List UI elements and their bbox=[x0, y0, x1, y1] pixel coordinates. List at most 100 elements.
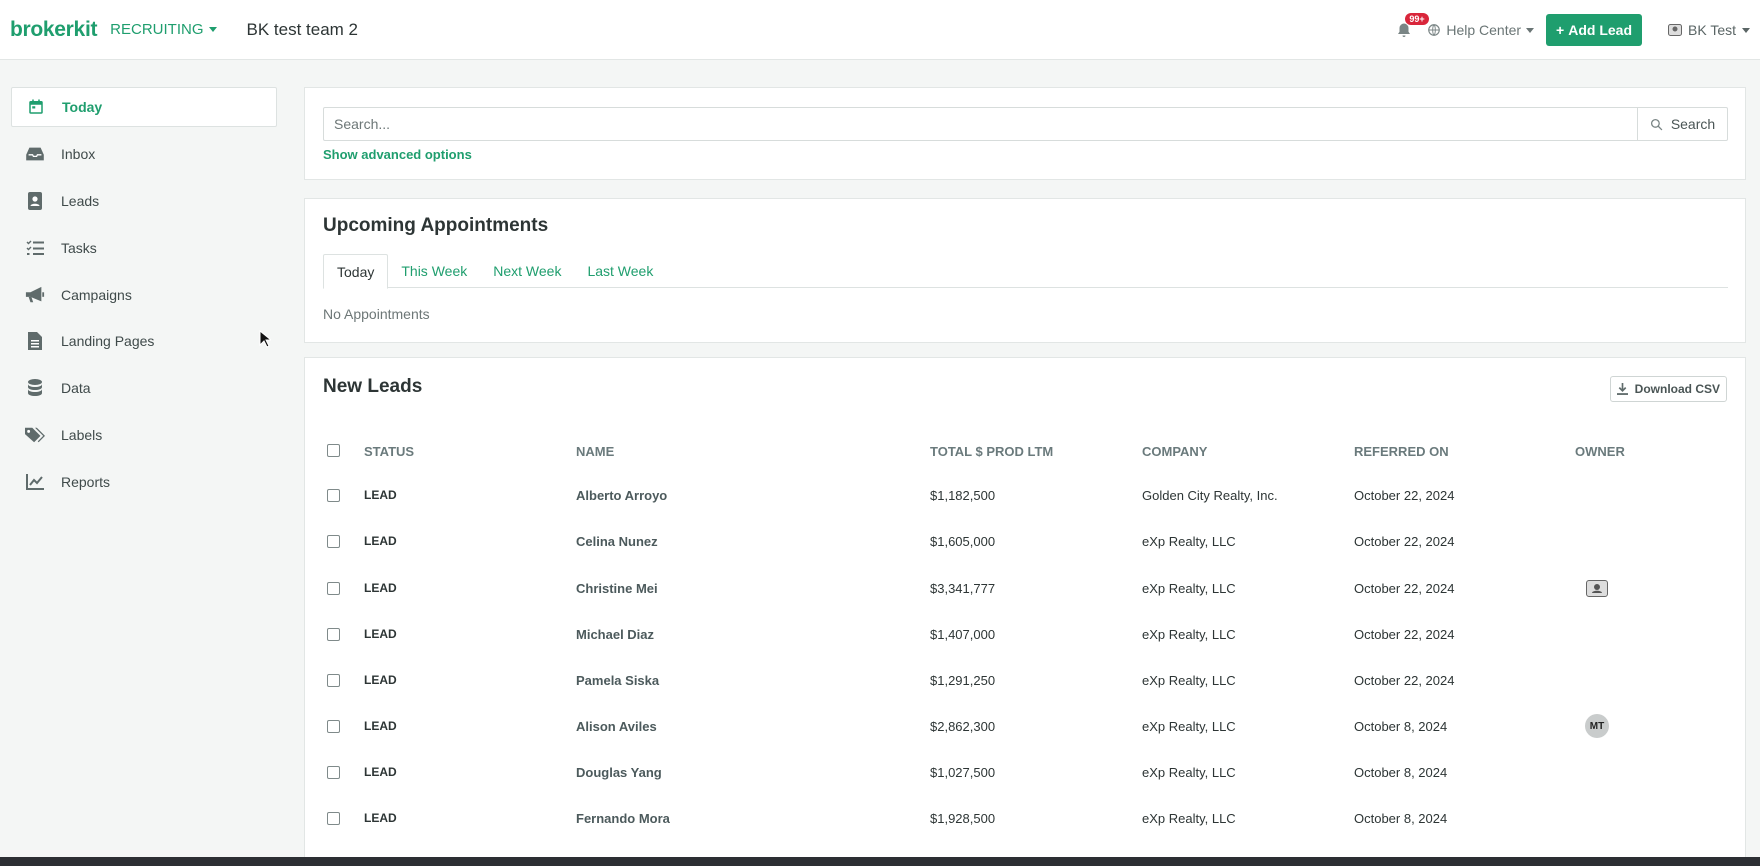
search-icon bbox=[1650, 118, 1663, 130]
referred-on-cell: October 22, 2024 bbox=[1354, 580, 1455, 596]
status-cell: LEAD bbox=[364, 765, 397, 779]
column-header-prod[interactable]: TOTAL $ PROD LTM bbox=[930, 444, 1053, 459]
table-row[interactable]: LEAD Christine Mei $3,341,777 eXp Realty… bbox=[305, 565, 1747, 611]
calendar-icon bbox=[26, 97, 46, 117]
owner-image-icon bbox=[1586, 579, 1608, 597]
table-row[interactable]: LEAD Celina Nunez $1,605,000 eXp Realty,… bbox=[305, 518, 1747, 564]
owner-avatar[interactable]: MT bbox=[1585, 703, 1609, 749]
column-header-referred-on[interactable]: REFERRED ON bbox=[1354, 444, 1449, 459]
company-cell: eXp Realty, LLC bbox=[1142, 533, 1236, 549]
tab-this-week[interactable]: This Week bbox=[388, 254, 480, 288]
company-cell: eXp Realty, LLC bbox=[1142, 810, 1236, 826]
sidebar-item-label: Leads bbox=[61, 193, 100, 209]
sidebar-item-reports[interactable]: Reports bbox=[11, 462, 277, 502]
column-header-company[interactable]: COMPANY bbox=[1142, 444, 1207, 459]
table-row[interactable]: LEAD Michael Diaz $1,407,000 eXp Realty,… bbox=[305, 611, 1747, 657]
sidebar-item-label: Data bbox=[61, 380, 91, 396]
company-cell: eXp Realty, LLC bbox=[1142, 580, 1236, 596]
row-checkbox[interactable] bbox=[327, 611, 340, 657]
row-checkbox[interactable] bbox=[327, 565, 340, 611]
status-cell: LEAD bbox=[364, 488, 397, 502]
sidebar-item-leads[interactable]: Leads bbox=[11, 181, 277, 221]
lead-name-link[interactable]: Michael Diaz bbox=[576, 611, 654, 657]
sidebar-item-today[interactable]: Today bbox=[11, 87, 277, 127]
referred-on-cell: October 8, 2024 bbox=[1354, 810, 1448, 826]
row-checkbox[interactable] bbox=[327, 703, 340, 749]
referred-on-cell: October 22, 2024 bbox=[1354, 533, 1455, 549]
search-panel: Search Show advanced options bbox=[304, 87, 1746, 180]
row-checkbox[interactable] bbox=[327, 472, 340, 518]
select-all-checkbox[interactable] bbox=[327, 444, 340, 457]
sidebar: Today Inbox Leads Tasks Campaigns Landin… bbox=[0, 60, 290, 866]
sidebar-item-inbox[interactable]: Inbox bbox=[11, 134, 277, 174]
tab-today[interactable]: Today bbox=[323, 254, 389, 289]
document-icon bbox=[25, 331, 45, 351]
sidebar-item-labels[interactable]: Labels bbox=[11, 415, 277, 455]
help-center-menu[interactable]: Help Center bbox=[1427, 22, 1535, 38]
prod-cell: $1,407,000 bbox=[930, 626, 996, 642]
table-row[interactable]: LEAD Douglas Yang $1,027,500 eXp Realty,… bbox=[305, 749, 1747, 795]
row-checkbox[interactable] bbox=[327, 518, 340, 564]
brokerkit-logo[interactable]: brokerkit bbox=[10, 18, 97, 42]
lead-name-link[interactable]: Celina Nunez bbox=[576, 518, 658, 564]
prod-cell: $2,862,300 bbox=[930, 718, 996, 734]
chevron-down-icon bbox=[1526, 27, 1535, 33]
status-cell: LEAD bbox=[364, 811, 397, 825]
download-icon bbox=[1616, 383, 1628, 395]
chart-line-icon bbox=[25, 472, 45, 492]
notifications-button[interactable]: 99+ bbox=[1395, 13, 1429, 41]
tab-last-week[interactable]: Last Week bbox=[574, 254, 666, 288]
module-switcher[interactable]: RECRUITING bbox=[110, 21, 217, 38]
row-checkbox[interactable] bbox=[327, 795, 340, 841]
prod-cell: $3,341,777 bbox=[930, 580, 996, 596]
lead-name-link[interactable]: Douglas Yang bbox=[576, 749, 662, 795]
globe-icon bbox=[1428, 24, 1441, 36]
section-title: New Leads bbox=[323, 376, 423, 397]
taskbar-strip bbox=[0, 857, 1760, 866]
tab-next-week[interactable]: Next Week bbox=[480, 254, 574, 288]
prod-cell: $1,027,500 bbox=[930, 764, 996, 780]
owner-initials: MT bbox=[1585, 714, 1609, 738]
user-menu[interactable]: BK Test bbox=[1668, 22, 1750, 38]
sidebar-item-label: Inbox bbox=[61, 146, 96, 162]
owner-avatar[interactable] bbox=[1586, 565, 1608, 611]
chevron-down-icon bbox=[208, 27, 217, 32]
lead-name-link[interactable]: Alison Aviles bbox=[576, 703, 657, 749]
inbox-icon bbox=[25, 144, 45, 164]
column-header-name[interactable]: NAME bbox=[576, 444, 614, 459]
column-header-status[interactable]: STATUS bbox=[364, 444, 414, 459]
show-advanced-options-link[interactable]: Show advanced options bbox=[323, 147, 472, 162]
sidebar-item-label: Reports bbox=[61, 474, 111, 490]
prod-cell: $1,605,000 bbox=[930, 533, 996, 549]
lead-name-link[interactable]: Alberto Arroyo bbox=[576, 472, 667, 518]
referred-on-cell: October 22, 2024 bbox=[1354, 672, 1455, 688]
status-cell: LEAD bbox=[364, 673, 397, 687]
row-checkbox[interactable] bbox=[327, 749, 340, 795]
sidebar-item-label: Campaigns bbox=[61, 287, 132, 303]
sidebar-item-landing-pages[interactable]: Landing Pages bbox=[11, 321, 277, 361]
sidebar-item-data[interactable]: Data bbox=[11, 368, 277, 408]
lead-name-link[interactable]: Fernando Mora bbox=[576, 795, 670, 841]
company-cell: eXp Realty, LLC bbox=[1142, 764, 1236, 780]
help-center-label: Help Center bbox=[1446, 22, 1522, 38]
column-header-owner[interactable]: OWNER bbox=[1575, 444, 1625, 459]
search-input[interactable] bbox=[324, 108, 1637, 140]
add-lead-button[interactable]: + Add Lead bbox=[1546, 14, 1642, 46]
sidebar-item-tasks[interactable]: Tasks bbox=[11, 228, 277, 268]
database-icon bbox=[25, 378, 45, 398]
section-title: Upcoming Appointments bbox=[323, 215, 549, 236]
lead-name-link[interactable]: Pamela Siska bbox=[576, 657, 659, 703]
table-row[interactable]: LEAD Alberto Arroyo $1,182,500 Golden Ci… bbox=[305, 472, 1747, 518]
empty-state-text: No Appointments bbox=[323, 306, 430, 322]
sidebar-item-campaigns[interactable]: Campaigns bbox=[11, 275, 277, 315]
table-row[interactable]: LEAD Pamela Siska $1,291,250 eXp Realty,… bbox=[305, 657, 1747, 703]
status-cell: LEAD bbox=[364, 627, 397, 641]
appointment-tabs: Today This Week Next Week Last Week bbox=[323, 254, 1728, 289]
table-row[interactable]: LEAD Fernando Mora $1,928,500 eXp Realty… bbox=[305, 795, 1747, 841]
search-button[interactable]: Search bbox=[1637, 108, 1727, 140]
lead-name-link[interactable]: Christine Mei bbox=[576, 565, 658, 611]
download-csv-button[interactable]: Download CSV bbox=[1609, 376, 1727, 402]
table-row[interactable]: LEAD Alison Aviles $2,862,300 eXp Realty… bbox=[305, 703, 1747, 749]
mouse-cursor-icon bbox=[259, 330, 271, 348]
row-checkbox[interactable] bbox=[327, 657, 340, 703]
